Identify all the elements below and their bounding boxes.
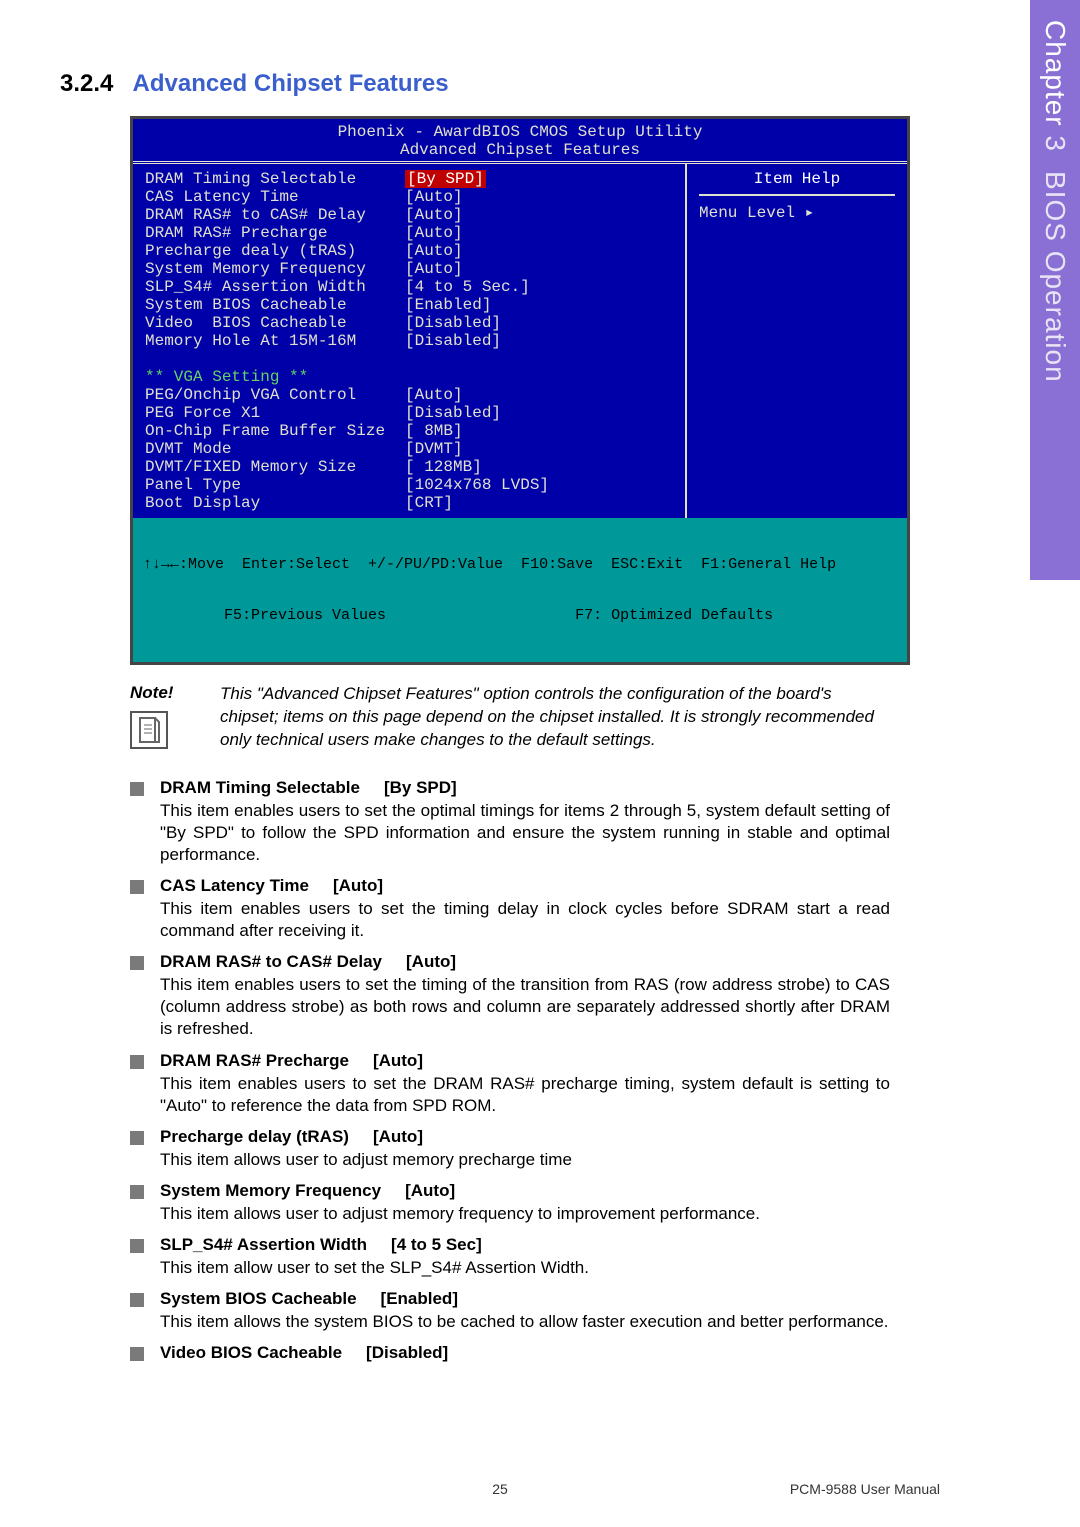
bullet-icon: [130, 1239, 144, 1253]
bullet-icon: [130, 880, 144, 894]
bullet-icon: [130, 1293, 144, 1307]
side-chapter-label: Chapter: [1040, 20, 1071, 127]
section-number: 3.2.4: [60, 70, 113, 97]
bios-row: Video BIOS Cacheable[Disabled]: [145, 314, 673, 332]
side-chapter-title: BIOS Operation: [1040, 171, 1071, 383]
item-title: DRAM RAS# Precharge[Auto]: [160, 1051, 423, 1071]
bios-header-line2: Advanced Chipset Features: [133, 141, 907, 159]
bios-row: DVMT Mode[DVMT]: [145, 440, 673, 458]
item-title: Precharge delay (tRAS)[Auto]: [160, 1127, 423, 1147]
bullet-icon: [130, 956, 144, 970]
item-desc: This item allows user to adjust memory f…: [160, 1203, 890, 1225]
list-item: System BIOS Cacheable[Enabled] This item…: [130, 1289, 890, 1333]
item-list: DRAM Timing Selectable[By SPD] This item…: [130, 778, 890, 1363]
note-label: Note!: [130, 683, 220, 703]
bullet-icon: [130, 1347, 144, 1361]
list-item: Video BIOS Cacheable[Disabled]: [130, 1343, 890, 1363]
item-title: Video BIOS Cacheable[Disabled]: [160, 1343, 448, 1363]
side-chapter-tab: Chapter 3 BIOS Operation: [1030, 0, 1080, 580]
bios-row: CAS Latency Time[Auto]: [145, 188, 673, 206]
list-item: SLP_S4# Assertion Width[4 to 5 Sec] This…: [130, 1235, 890, 1279]
bullet-icon: [130, 1185, 144, 1199]
bios-screenshot: Phoenix - AwardBIOS CMOS Setup Utility A…: [130, 116, 910, 665]
bios-help-panel: Item Help Menu Level ▸: [687, 164, 907, 518]
bios-row: PEG/Onchip VGA Control[Auto]: [145, 386, 673, 404]
list-item: Precharge delay (tRAS)[Auto] This item a…: [130, 1127, 890, 1171]
menu-level: Menu Level ▸: [699, 196, 895, 222]
item-desc: This item enables users to set the DRAM …: [160, 1073, 890, 1117]
bios-row: Memory Hole At 15M-16M[Disabled]: [145, 332, 673, 350]
bios-footer-line2: F5:Previous Values F7: Optimized Default…: [143, 607, 897, 624]
item-title: DRAM RAS# to CAS# Delay[Auto]: [160, 952, 456, 972]
manual-name: PCM-9588 User Manual: [790, 1481, 940, 1497]
item-title: CAS Latency Time[Auto]: [160, 876, 383, 896]
bios-row: System Memory Frequency[Auto]: [145, 260, 673, 278]
bios-row: DVMT/FIXED Memory Size[ 128MB]: [145, 458, 673, 476]
page-number: 25: [492, 1481, 508, 1497]
list-item: DRAM Timing Selectable[By SPD] This item…: [130, 778, 890, 866]
bios-row: System BIOS Cacheable[Enabled]: [145, 296, 673, 314]
list-item: CAS Latency Time[Auto] This item enables…: [130, 876, 890, 942]
bios-header: Phoenix - AwardBIOS CMOS Setup Utility A…: [133, 119, 907, 164]
note-left-col: Note!: [130, 683, 220, 752]
bios-row: Precharge dealy (tRAS)[Auto]: [145, 242, 673, 260]
page-content: 3.2.4 Advanced Chipset Features Phoenix …: [0, 0, 1000, 1413]
bios-vga-section-header: ** VGA Setting **: [145, 368, 673, 386]
bios-row: DRAM RAS# to CAS# Delay[Auto]: [145, 206, 673, 224]
side-chapter-num: 3: [1040, 135, 1071, 152]
bios-row: Boot Display[CRT]: [145, 494, 673, 512]
section-title-text: Advanced Chipset Features: [133, 70, 449, 97]
item-title: DRAM Timing Selectable[By SPD]: [160, 778, 457, 798]
item-title: System Memory Frequency[Auto]: [160, 1181, 455, 1201]
bios-row: DRAM Timing Selectable[By SPD]: [145, 170, 673, 188]
item-title: System BIOS Cacheable[Enabled]: [160, 1289, 458, 1309]
section-heading: 3.2.4 Advanced Chipset Features: [60, 70, 900, 98]
item-desc: This item enables users to set the optim…: [160, 800, 890, 866]
item-desc: This item allows the system BIOS to be c…: [160, 1311, 890, 1333]
item-desc: This item allow user to set the SLP_S4# …: [160, 1257, 890, 1279]
bios-row: Panel Type[1024x768 LVDS]: [145, 476, 673, 494]
side-tab-text: Chapter 3 BIOS Operation: [1039, 20, 1071, 382]
bios-footer-line1: ↑↓→←:Move Enter:Select +/-/PU/PD:Value F…: [143, 556, 897, 573]
bios-row: PEG Force X1[Disabled]: [145, 404, 673, 422]
bullet-icon: [130, 1131, 144, 1145]
note-text: This "Advanced Chipset Features" option …: [220, 683, 880, 752]
note-icon: [130, 711, 168, 749]
bullet-icon: [130, 1055, 144, 1069]
note-block: Note! This "Advanced Chipset Features" o…: [130, 683, 900, 752]
bios-settings-panel: DRAM Timing Selectable[By SPD] CAS Laten…: [133, 164, 687, 518]
item-desc: This item enables users to set the timin…: [160, 974, 890, 1040]
item-title: SLP_S4# Assertion Width[4 to 5 Sec]: [160, 1235, 482, 1255]
bullet-icon: [130, 782, 144, 796]
list-item: DRAM RAS# to CAS# Delay[Auto] This item …: [130, 952, 890, 1040]
list-item: System Memory Frequency[Auto] This item …: [130, 1181, 890, 1225]
item-help-title: Item Help: [699, 170, 895, 196]
bios-row: On-Chip Frame Buffer Size[ 8MB]: [145, 422, 673, 440]
item-desc: This item allows user to adjust memory p…: [160, 1149, 890, 1171]
bios-row: SLP_S4# Assertion Width[4 to 5 Sec.]: [145, 278, 673, 296]
item-desc: This item enables users to set the timin…: [160, 898, 890, 942]
page-footer: 25 PCM-9588 User Manual: [0, 1481, 1000, 1497]
bios-footer: ↑↓→←:Move Enter:Select +/-/PU/PD:Value F…: [133, 518, 907, 662]
bios-body: DRAM Timing Selectable[By SPD] CAS Laten…: [133, 164, 907, 518]
bios-row: DRAM RAS# Precharge[Auto]: [145, 224, 673, 242]
bios-header-line1: Phoenix - AwardBIOS CMOS Setup Utility: [133, 123, 907, 141]
list-item: DRAM RAS# Precharge[Auto] This item enab…: [130, 1051, 890, 1117]
